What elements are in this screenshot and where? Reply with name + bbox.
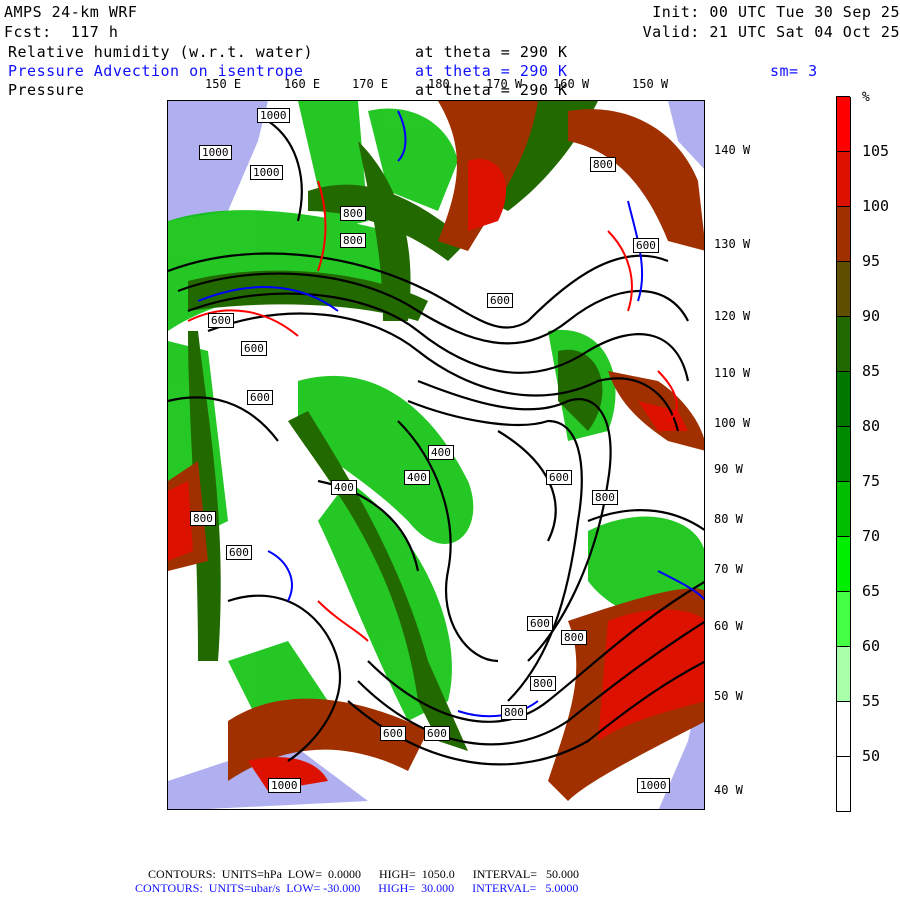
contour-label: 800 [501,705,527,720]
contour-label: 800 [561,630,587,645]
colorbar-label: 60 [862,637,881,655]
contour-label: 600 [633,238,659,253]
colorbar-swatch [836,207,851,262]
contour-label: 800 [340,233,366,248]
lon-label: 170 W [486,77,523,91]
contour-label: 1000 [637,778,670,793]
smoothing-label: sm= 3 [770,62,818,80]
colorbar-label: 90 [862,307,881,325]
colorbar-label: 50 [862,747,881,765]
lon-label: 180 [428,77,450,91]
contour-label: 800 [340,206,366,221]
colorbar-swatch [836,537,851,592]
contour-label: 800 [530,676,556,691]
lon-label: 170 E [352,77,389,91]
contour-label: 600 [527,616,553,631]
field-pressure-label: Pressure [8,81,85,99]
valid-time: Valid: 21 UTC Sat 04 Oct 25 [642,23,900,41]
forecast-hour: Fcst: 117 h [4,23,119,41]
contour-label: 800 [190,511,216,526]
colorbar-swatch [836,702,851,757]
init-time: Init: 00 UTC Tue 30 Sep 25 [652,3,900,21]
lon-label: 140 W [714,143,751,157]
colorbar-swatch [836,482,851,537]
colorbar-label: 55 [862,692,881,710]
lon-label: 130 W [714,237,751,251]
colorbar-swatch [836,262,851,317]
colorbar-swatch [836,647,851,702]
colorbar-label: 80 [862,417,881,435]
contour-label: 600 [487,293,513,308]
colorbar-swatch [836,592,851,647]
colorbar-label: 70 [862,527,881,545]
colorbar-swatch [836,372,851,427]
colorbar-label: 85 [862,362,881,380]
lon-label: 50 W [714,689,743,703]
contour-label: 400 [428,445,454,460]
lon-label: 160 E [284,77,321,91]
contour-label: 600 [208,313,234,328]
model-title: AMPS 24-km WRF [4,3,138,21]
footer-advection-contours: CONTOURS: UNITS=ubar/s LOW= -30.000 HIGH… [135,881,579,895]
lon-label: 150 E [205,77,242,91]
footer-pressure-contours: CONTOURS: UNITS=hPa LOW= 0.0000 HIGH= 10… [148,867,579,881]
contour-label: 1000 [250,165,283,180]
colorbar-label: 95 [862,252,881,270]
contour-label: 1000 [268,778,301,793]
lon-label: 160 W [553,77,590,91]
colorbar-swatch [836,427,851,482]
colorbar-label: 100 [862,197,890,215]
contour-label: 400 [331,480,357,495]
lon-label: 100 W [714,416,751,430]
contour-label: 400 [404,470,430,485]
colorbar-swatch [836,757,851,812]
lon-label: 60 W [714,619,743,633]
lon-label: 40 W [714,783,743,797]
colorbar-swatch [836,97,851,152]
colorbar-swatch [836,317,851,372]
contour-label: 1000 [257,108,290,123]
colorbar-swatch [836,152,851,207]
lon-label: 80 W [714,512,743,526]
contour-label: 800 [590,157,616,172]
lon-label: 90 W [714,462,743,476]
contour-label: 600 [241,341,267,356]
contour-label: 1000 [199,145,232,160]
lon-label: 70 W [714,562,743,576]
field-rh-label: Relative humidity (w.r.t. water) [8,43,313,61]
lon-label: 110 W [714,366,751,380]
contour-label: 600 [380,726,406,741]
contour-label: 600 [247,390,273,405]
lon-label: 120 W [714,309,751,323]
colorbar-label: 65 [862,582,881,600]
contour-label: 600 [226,545,252,560]
field-padv-label: Pressure Advection on isentrope [8,62,304,80]
contour-label: 800 [592,490,618,505]
colorbar-unit: % [862,90,870,105]
colorbar [836,96,851,812]
lon-label: 150 W [632,77,669,91]
contour-label: 600 [546,470,572,485]
colorbar-label: 105 [862,142,890,160]
colorbar-label: 75 [862,472,881,490]
contour-label: 600 [424,726,450,741]
field-rh-level: at theta = 290 K [415,43,568,61]
